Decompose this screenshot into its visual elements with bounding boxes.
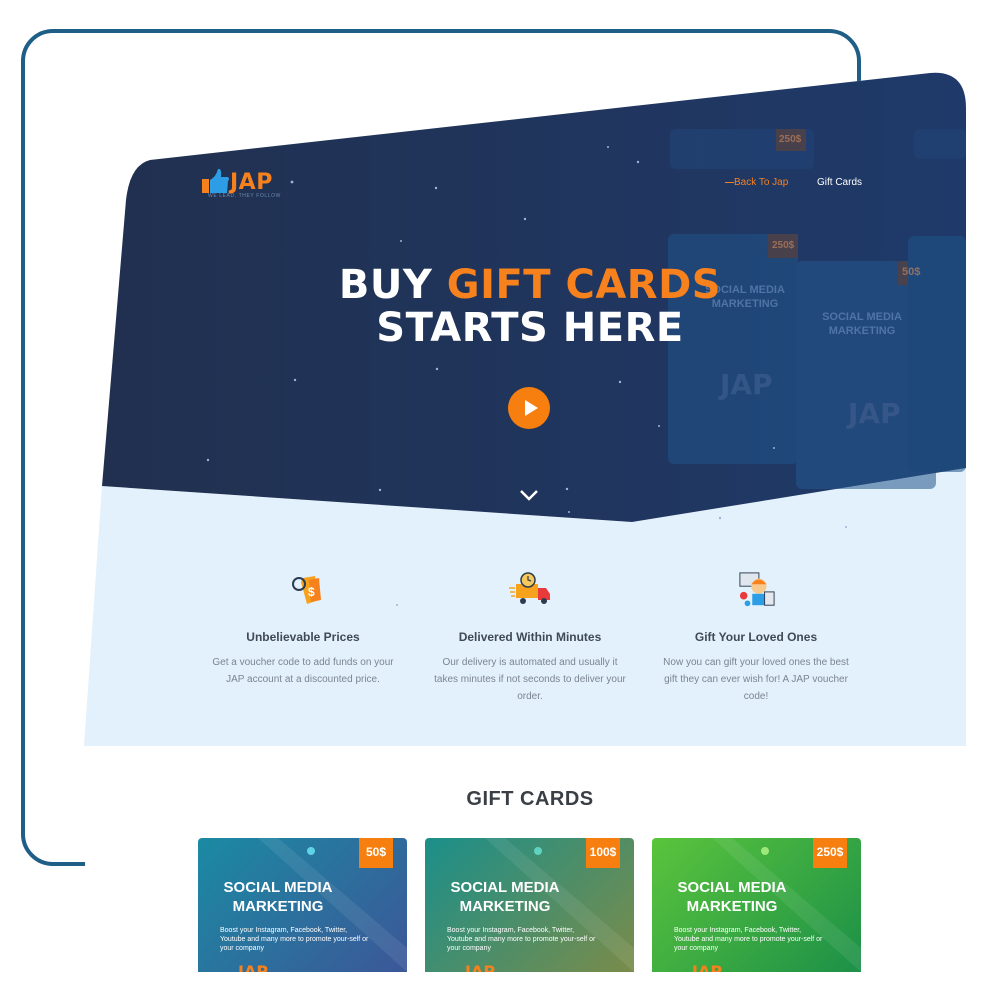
gift-cards-heading: GIFT CARDS bbox=[466, 788, 594, 810]
ghost-card-brand-a: JAP bbox=[720, 368, 773, 401]
gift-card-100[interactable]: 100$ SOCIAL MEDIA MARKETING Boost your In… bbox=[425, 838, 634, 972]
card-desc: Boost your Instagram, Facebook, Twitter,… bbox=[220, 927, 369, 952]
feature-delivery-desc: Our delivery is automated and usually it… bbox=[434, 657, 626, 702]
card-desc: Boost your Instagram, Facebook, Twitter,… bbox=[674, 927, 823, 952]
card-title-line-1: SOCIAL MEDIA bbox=[223, 879, 333, 896]
back-to-jap-link[interactable]: Back To Jap bbox=[725, 177, 788, 188]
card-desc: Boost your Instagram, Facebook, Twitter,… bbox=[447, 927, 596, 952]
chevron-down-icon[interactable] bbox=[519, 488, 539, 502]
ghost-card-price-a: 250$ bbox=[779, 134, 802, 145]
ghost-card-title-b: SOCIAL MEDIA MARKETING bbox=[822, 311, 902, 337]
feature-gift-title: Gift Your Loved Ones bbox=[694, 630, 818, 644]
card-brand: JAP bbox=[465, 962, 496, 972]
feature-delivery: Delivered Within Minutes Our delivery is… bbox=[430, 570, 630, 702]
feature-delivery-title: Delivered Within Minutes bbox=[458, 630, 602, 644]
card-title: SOCIAL MEDIA MARKETING bbox=[198, 878, 358, 916]
brand-name[interactable]: JAP bbox=[230, 170, 273, 195]
ghost-card-price-b: 250$ bbox=[772, 240, 795, 251]
price-tag-icon: $ bbox=[292, 576, 321, 604]
feature-prices-desc: Get a voucher code to add funds on your … bbox=[212, 657, 394, 685]
feature-gift-desc: Now you can gift your loved ones the bes… bbox=[663, 657, 849, 702]
delivery-truck-icon bbox=[509, 572, 550, 604]
hero-title-pre: BUY bbox=[338, 262, 447, 308]
play-video-button[interactable] bbox=[508, 387, 550, 429]
back-to-jap-label: Back To Jap bbox=[734, 177, 789, 188]
card-title-line-2: MARKETING bbox=[686, 898, 778, 915]
brand-tagline: WE LEAD. THEY FOLLOW bbox=[208, 193, 281, 199]
feature-prices: $ Unbelievable Prices Get a voucher code… bbox=[203, 570, 403, 700]
gift-card-250[interactable]: 250$ SOCIAL MEDIA MARKETING Boost your In… bbox=[652, 838, 861, 972]
ghost-card-brand-b: JAP bbox=[848, 397, 901, 430]
card-price: 50$ bbox=[359, 838, 393, 868]
feature-prices-title: Unbelievable Prices bbox=[246, 630, 360, 644]
card-price: 100$ bbox=[586, 838, 620, 868]
page: 250$ 250$ 50$ SOCIAL MEDIA MARKETING SOC… bbox=[0, 0, 1000, 1000]
gift-cards-nav-link[interactable]: Gift Cards bbox=[817, 177, 862, 188]
hero-title-accent: GIFT CARDS bbox=[446, 262, 722, 308]
card-title-line-2: MARKETING bbox=[459, 898, 551, 915]
card-title: SOCIAL MEDIA MARKETING bbox=[425, 878, 585, 916]
card-title: SOCIAL MEDIA MARKETING bbox=[652, 878, 812, 916]
feature-gift: Gift Your Loved Ones Now you can gift yo… bbox=[656, 570, 856, 702]
card-brand: JAP bbox=[692, 962, 723, 972]
back-dash-icon bbox=[725, 181, 734, 183]
card-brand: JAP bbox=[238, 962, 269, 972]
hero-title-line-1: BUY GIFT CARDS bbox=[300, 262, 760, 308]
card-title-line-2: MARKETING bbox=[232, 898, 324, 915]
gift-person-icon bbox=[739, 572, 775, 607]
svg-text:$: $ bbox=[308, 585, 315, 599]
gift-card-50[interactable]: 50$ SOCIAL MEDIA MARKETING Boost your Ins… bbox=[198, 838, 407, 972]
card-title-line-1: SOCIAL MEDIA bbox=[450, 879, 560, 896]
hero-title-line-2: STARTS HERE bbox=[376, 305, 684, 351]
card-price: 250$ bbox=[813, 838, 847, 868]
card-title-line-1: SOCIAL MEDIA bbox=[677, 879, 787, 896]
ghost-card-price-c: 50$ bbox=[902, 266, 921, 278]
